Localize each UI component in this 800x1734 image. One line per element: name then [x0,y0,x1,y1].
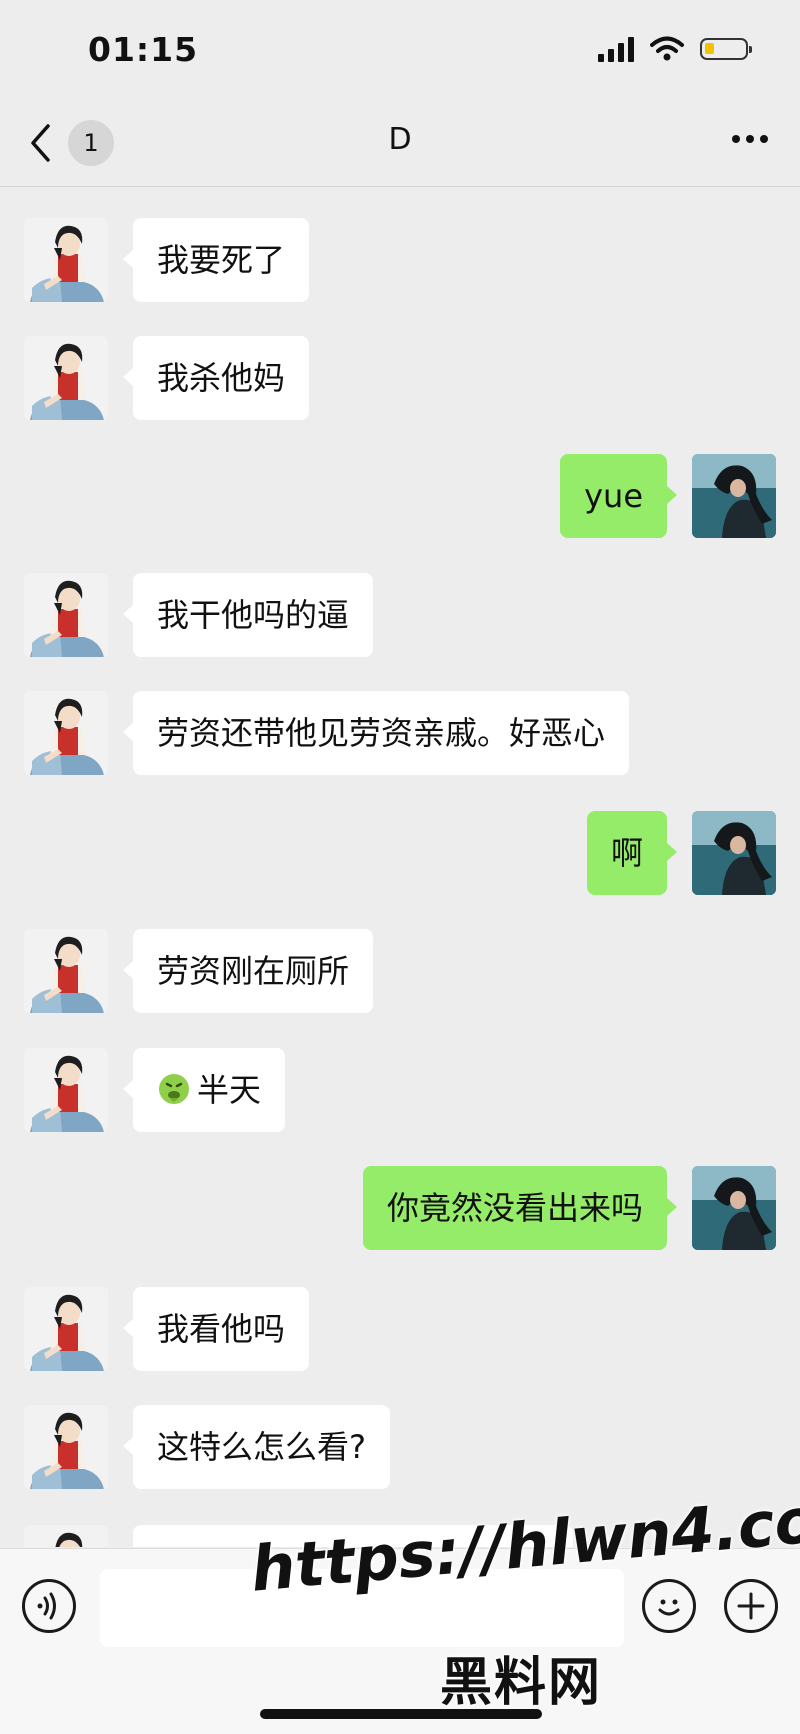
incoming-message-bubble[interactable]: 我看他吗 [122,1287,310,1371]
incoming-message-bubble[interactable]: 这特么怎么看? [123,1405,390,1489]
more-options-button[interactable] [730,130,770,149]
message-row: 劳资刚在厕所 [0,929,800,1013]
watermark-name: 黑料网 [440,1653,603,1713]
contact-avatar[interactable] [24,336,108,420]
message-text: 这特么怎么看? [157,1428,366,1466]
message-row: 我看他吗 [0,1287,800,1371]
contact-avatar[interactable] [24,1405,108,1489]
voice-icon [37,1592,56,1620]
chat-title: D [388,122,412,157]
wifi-icon [650,36,684,61]
message-text: 我要死了 [157,241,286,279]
message-text: 劳资还带他见劳资亲戚。好恶心 [157,714,606,752]
message-row: 半天 [0,1048,800,1132]
status-time: 01:15 [88,30,199,69]
message-row: 我要死了 [0,218,800,302]
outgoing-message-bubble[interactable]: 啊 [586,811,678,895]
message-text: 我看他吗 [157,1310,286,1348]
my-avatar[interactable] [692,454,776,538]
outgoing-message-bubble[interactable]: 你竟然没看出来吗 [362,1166,678,1250]
message-text: 啊 [610,834,643,872]
chat-header: 1 D [0,100,800,187]
emoji-face-icon [658,1599,680,1616]
incoming-message-bubble[interactable]: 半天 [122,1048,286,1132]
incoming-message-bubble[interactable]: 劳资还带他见劳资亲戚。好恶心 [122,691,630,775]
message-row: yue [0,454,800,538]
incoming-message-bubble[interactable]: 我要死了 [122,218,310,302]
contact-avatar[interactable] [24,573,108,657]
message-row: 这特么怎么看? [0,1405,800,1489]
contact-avatar[interactable] [24,1525,108,1547]
message-row: 劳资还带他见劳资亲戚。好恶心 [0,691,800,775]
message-row: 你竟然没看出来吗 [0,1166,800,1250]
outgoing-message-bubble[interactable]: yue [560,454,677,538]
message-text: 你竟然没看出来吗 [386,1189,643,1227]
message-text: 我干他吗的逼 [157,596,350,634]
message-text: yue [584,477,643,515]
message-row: 啊 [0,811,800,895]
battery-icon [700,38,752,60]
more-functions-button[interactable] [724,1579,778,1633]
contact-avatar[interactable] [24,1048,108,1132]
incoming-message-bubble[interactable]: 劳资刚在厕所 [122,929,374,1013]
my-avatar[interactable] [692,811,776,895]
contact-avatar[interactable] [24,929,108,1013]
message-text: 半天 [197,1071,262,1109]
incoming-message-bubble[interactable]: 我干他吗的逼 [122,573,374,657]
nauseated-face-icon [159,1074,189,1104]
message-text: 劳资刚在厕所 [157,952,350,990]
status-icons [598,36,752,62]
signal-icon [598,36,634,62]
more-dots-icon [732,135,768,143]
contact-avatar[interactable] [24,1287,108,1371]
message-row: 我杀他妈 [0,336,800,420]
plus-icon [737,1592,765,1620]
incoming-message-bubble[interactable]: 我杀他妈 [122,336,310,420]
status-bar: 01:15 [0,0,800,100]
message-list[interactable]: 我要死了 我杀他妈 yue 我干他吗的逼 劳资还带他见劳资亲戚。好恶心 啊 劳资… [0,187,800,1547]
contact-avatar[interactable] [24,218,108,302]
message-row: 我干他吗的逼 [0,573,800,657]
voice-input-button[interactable] [22,1579,76,1633]
my-avatar[interactable] [692,1166,776,1250]
message-text: 我杀他妈 [157,359,286,397]
emoji-button[interactable] [642,1579,696,1633]
contact-avatar[interactable] [24,691,108,775]
